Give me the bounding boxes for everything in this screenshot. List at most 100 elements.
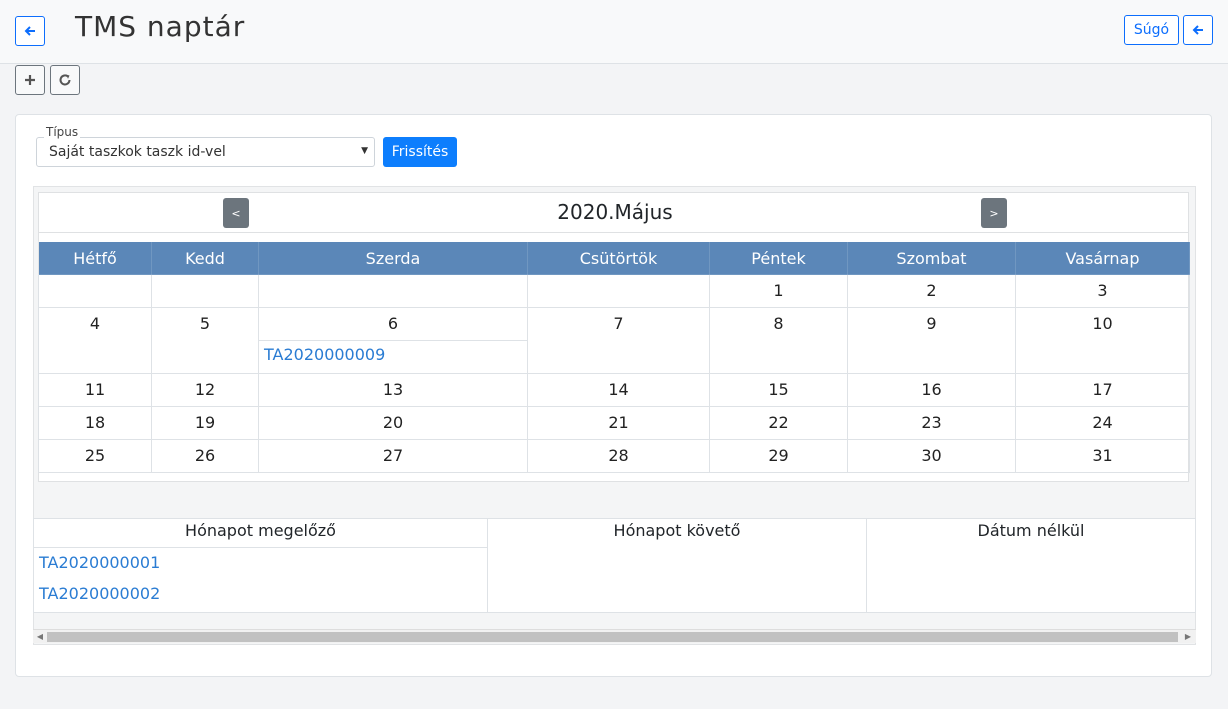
caret-down-icon: ▼ — [361, 146, 368, 156]
day-cell: 5 — [151, 307, 259, 374]
day-number: 28 — [608, 446, 629, 465]
day-number: 27 — [382, 446, 404, 465]
day-cell: 7 — [527, 307, 710, 374]
weekday-header: Vasárnap — [1015, 241, 1190, 275]
before-task-link[interactable]: TA2020000001 — [34, 548, 487, 579]
day-number: 24 — [1092, 413, 1113, 432]
weekday-header: Szerda — [258, 241, 528, 275]
day-cell: 8 — [709, 307, 848, 374]
day-number: 1 — [773, 281, 784, 300]
day-cell: 13 — [258, 373, 528, 407]
back-button-left[interactable] — [15, 16, 45, 46]
day-cell — [258, 274, 528, 308]
day-number: 4 — [89, 314, 101, 333]
day-cell: 21 — [527, 406, 710, 440]
arrow-left-icon — [24, 26, 35, 36]
add-button[interactable] — [15, 65, 45, 95]
day-cell: 31 — [1015, 439, 1190, 473]
day-number: 15 — [768, 380, 789, 399]
day-number: 22 — [768, 413, 789, 432]
day-number: 14 — [608, 380, 629, 399]
before-task-link[interactable]: TA2020000002 — [34, 579, 487, 610]
week-row: 25 26 27 28 29 30 31 — [38, 439, 1190, 473]
day-cell: 24 — [1015, 406, 1190, 440]
scroll-left-icon[interactable]: ◀ — [35, 631, 45, 643]
no-date-column: Dátum nélkül — [867, 519, 1195, 612]
day-number: 3 — [1097, 281, 1108, 300]
day-number: 18 — [84, 413, 106, 432]
day-cell: 23 — [847, 406, 1016, 440]
plus-icon — [25, 75, 35, 85]
weekday-header: Csütörtök — [527, 241, 710, 275]
weekday-header: Kedd — [151, 241, 259, 275]
day-number: 7 — [613, 314, 624, 333]
back-button-right[interactable] — [1183, 15, 1213, 45]
prev-month-button[interactable]: < — [223, 198, 249, 228]
day-number: 21 — [608, 413, 629, 432]
day-number — [152, 275, 258, 307]
day-cell: 6 TA2020000009 — [258, 307, 528, 374]
day-number: 20 — [382, 413, 404, 432]
type-label: Típus — [44, 125, 81, 139]
before-month-column: Hónapot megelőző TA2020000001 TA20200000… — [34, 519, 488, 612]
day-cell: 3 — [1015, 274, 1190, 308]
day-number: 30 — [921, 446, 942, 465]
day-cell: 14 — [527, 373, 710, 407]
calendar-grid: Hétfő Kedd Szerda Csütörtök Péntek Szomb… — [38, 241, 1190, 473]
day-cell: 25 — [38, 439, 152, 473]
reload-button[interactable] — [50, 65, 80, 95]
day-cell: 30 — [847, 439, 1016, 473]
day-cell: 10 — [1015, 307, 1190, 374]
day-number: 31 — [1092, 446, 1113, 465]
day-number: 17 — [1092, 380, 1113, 399]
type-select-value: Saját taszkok taszk id-vel — [49, 144, 226, 160]
scroll-right-icon[interactable]: ▶ — [1183, 631, 1193, 643]
day-cell: 2 — [847, 274, 1016, 308]
after-month-title: Hónapot követő — [613, 521, 741, 540]
day-number: 19 — [194, 413, 216, 432]
calendar-task-link[interactable]: TA2020000009 — [259, 340, 527, 373]
type-select[interactable]: Saját taszkok taszk id-vel ▼ — [36, 137, 375, 167]
day-number: 23 — [921, 413, 942, 432]
day-cell: 20 — [258, 406, 528, 440]
day-cell: 4 — [38, 307, 152, 374]
day-cell: 27 — [258, 439, 528, 473]
day-cell: 19 — [151, 406, 259, 440]
day-cell — [527, 274, 710, 308]
help-button[interactable]: Súgó — [1124, 15, 1179, 45]
day-number — [528, 275, 709, 307]
rotate-right-icon — [59, 74, 71, 86]
weekday-header-row: Hétfő Kedd Szerda Csütörtök Péntek Szomb… — [38, 241, 1190, 275]
next-month-button[interactable]: > — [981, 198, 1007, 228]
day-number: 10 — [1092, 314, 1113, 333]
day-number: 12 — [194, 380, 216, 399]
day-cell: 29 — [709, 439, 848, 473]
day-cell: 9 — [847, 307, 1016, 374]
day-number: 16 — [921, 380, 942, 399]
scrollbar-thumb[interactable] — [47, 632, 1178, 642]
week-row: 11 12 13 14 15 16 17 — [38, 373, 1190, 407]
refresh-button[interactable]: Frissítés — [383, 137, 457, 167]
month-title: 2020.Május — [557, 200, 673, 224]
day-cell: 22 — [709, 406, 848, 440]
day-number: 29 — [768, 446, 789, 465]
day-number: 8 — [773, 314, 784, 333]
horizontal-scrollbar[interactable]: ◀ ▶ — [33, 629, 1196, 643]
after-month-column: Hónapot követő — [488, 519, 867, 612]
day-cell: 12 — [151, 373, 259, 407]
day-cell: 17 — [1015, 373, 1190, 407]
weekday-header: Szombat — [847, 241, 1016, 275]
day-number: 5 — [199, 314, 211, 333]
day-number: 25 — [84, 446, 106, 465]
no-date-title: Dátum nélkül — [977, 521, 1085, 540]
week-row: 1 2 3 — [38, 274, 1190, 308]
day-cell — [151, 274, 259, 308]
page-title: TMS naptár — [75, 10, 246, 43]
day-number — [259, 275, 527, 307]
unscheduled-lists: Hónapot megelőző TA2020000001 TA20200000… — [33, 518, 1196, 613]
day-cell: 18 — [38, 406, 152, 440]
day-cell: 28 — [527, 439, 710, 473]
day-number: 13 — [382, 380, 404, 399]
weekday-header: Péntek — [709, 241, 848, 275]
day-cell: 11 — [38, 373, 152, 407]
